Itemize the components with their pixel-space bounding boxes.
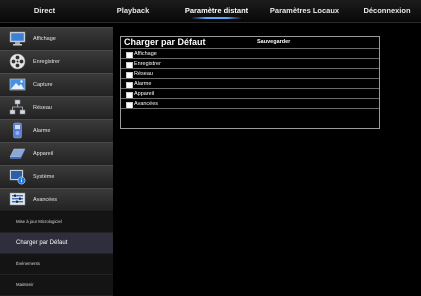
tab-remote-settings[interactable]: Paramètre distant <box>177 0 256 22</box>
alarm-icon <box>13 122 22 139</box>
sidebar-item-label: Appareil <box>33 151 54 157</box>
submenu-item-label: Mise à jour Micrologiciel <box>16 219 62 224</box>
capture-icon <box>9 78 26 91</box>
panel-title: Charger par Défaut <box>124 37 206 47</box>
option-row-divider <box>121 108 379 109</box>
submenu-item-label: Maintenir <box>16 282 34 287</box>
sidebar-item-capture[interactable]: Capture <box>0 73 113 97</box>
sidebar-item-label: Alarme <box>33 128 51 134</box>
network-icon <box>9 99 26 115</box>
sidebar: Affichage Enregistrer Capture Réseau Ala… <box>0 27 113 296</box>
tab-direct[interactable]: Direct <box>0 0 89 22</box>
sidebar-item-avancees[interactable]: Avancées <box>0 188 113 212</box>
submenu-item-events[interactable]: Événements <box>0 254 113 275</box>
submenu-item-label: Événements <box>16 261 40 266</box>
tab-local-settings[interactable]: Paramètres Locaux <box>256 0 353 22</box>
sidebar-item-alarme[interactable]: Alarme <box>0 119 113 143</box>
submenu-item-maintain[interactable]: Maintenir <box>0 275 113 296</box>
sidebar-item-label: Avancées <box>33 197 58 203</box>
sidebar-item-systeme[interactable]: Système <box>0 165 113 189</box>
sidebar-item-appareil[interactable]: Appareil <box>0 142 113 166</box>
sidebar-item-label: Réseau <box>33 105 52 111</box>
submenu-item-firmware-update[interactable]: Mise à jour Micrologiciel <box>0 212 113 233</box>
sidebar-item-affichage[interactable]: Affichage <box>0 27 113 51</box>
tab-logout[interactable]: Déconnexion <box>353 0 421 22</box>
save-button[interactable]: Sauvegarder <box>257 37 290 48</box>
sidebar-item-label: Affichage <box>33 36 56 42</box>
load-default-panel: Charger par Défaut Sauvegarder Affichage… <box>120 36 380 129</box>
advanced-tools-icon <box>9 192 26 206</box>
submenu-item-label: Charger par Défaut <box>16 240 68 246</box>
sidebar-item-label: Enregistrer <box>33 59 60 65</box>
system-info-icon <box>9 169 26 185</box>
submenu-item-load-default[interactable]: Charger par Défaut <box>0 233 113 254</box>
sidebar-item-enregistrer[interactable]: Enregistrer <box>0 50 113 74</box>
sidebar-item-label: Capture <box>33 82 53 88</box>
monitor-icon <box>9 31 26 46</box>
sidebar-item-reseau[interactable]: Réseau <box>0 96 113 120</box>
film-reel-icon <box>9 53 26 70</box>
tab-playback[interactable]: Playback <box>89 0 177 22</box>
sidebar-item-label: Système <box>33 174 55 180</box>
hard-drive-icon <box>9 148 26 159</box>
top-navigation: Direct Playback Paramètre distant Paramè… <box>0 0 421 23</box>
